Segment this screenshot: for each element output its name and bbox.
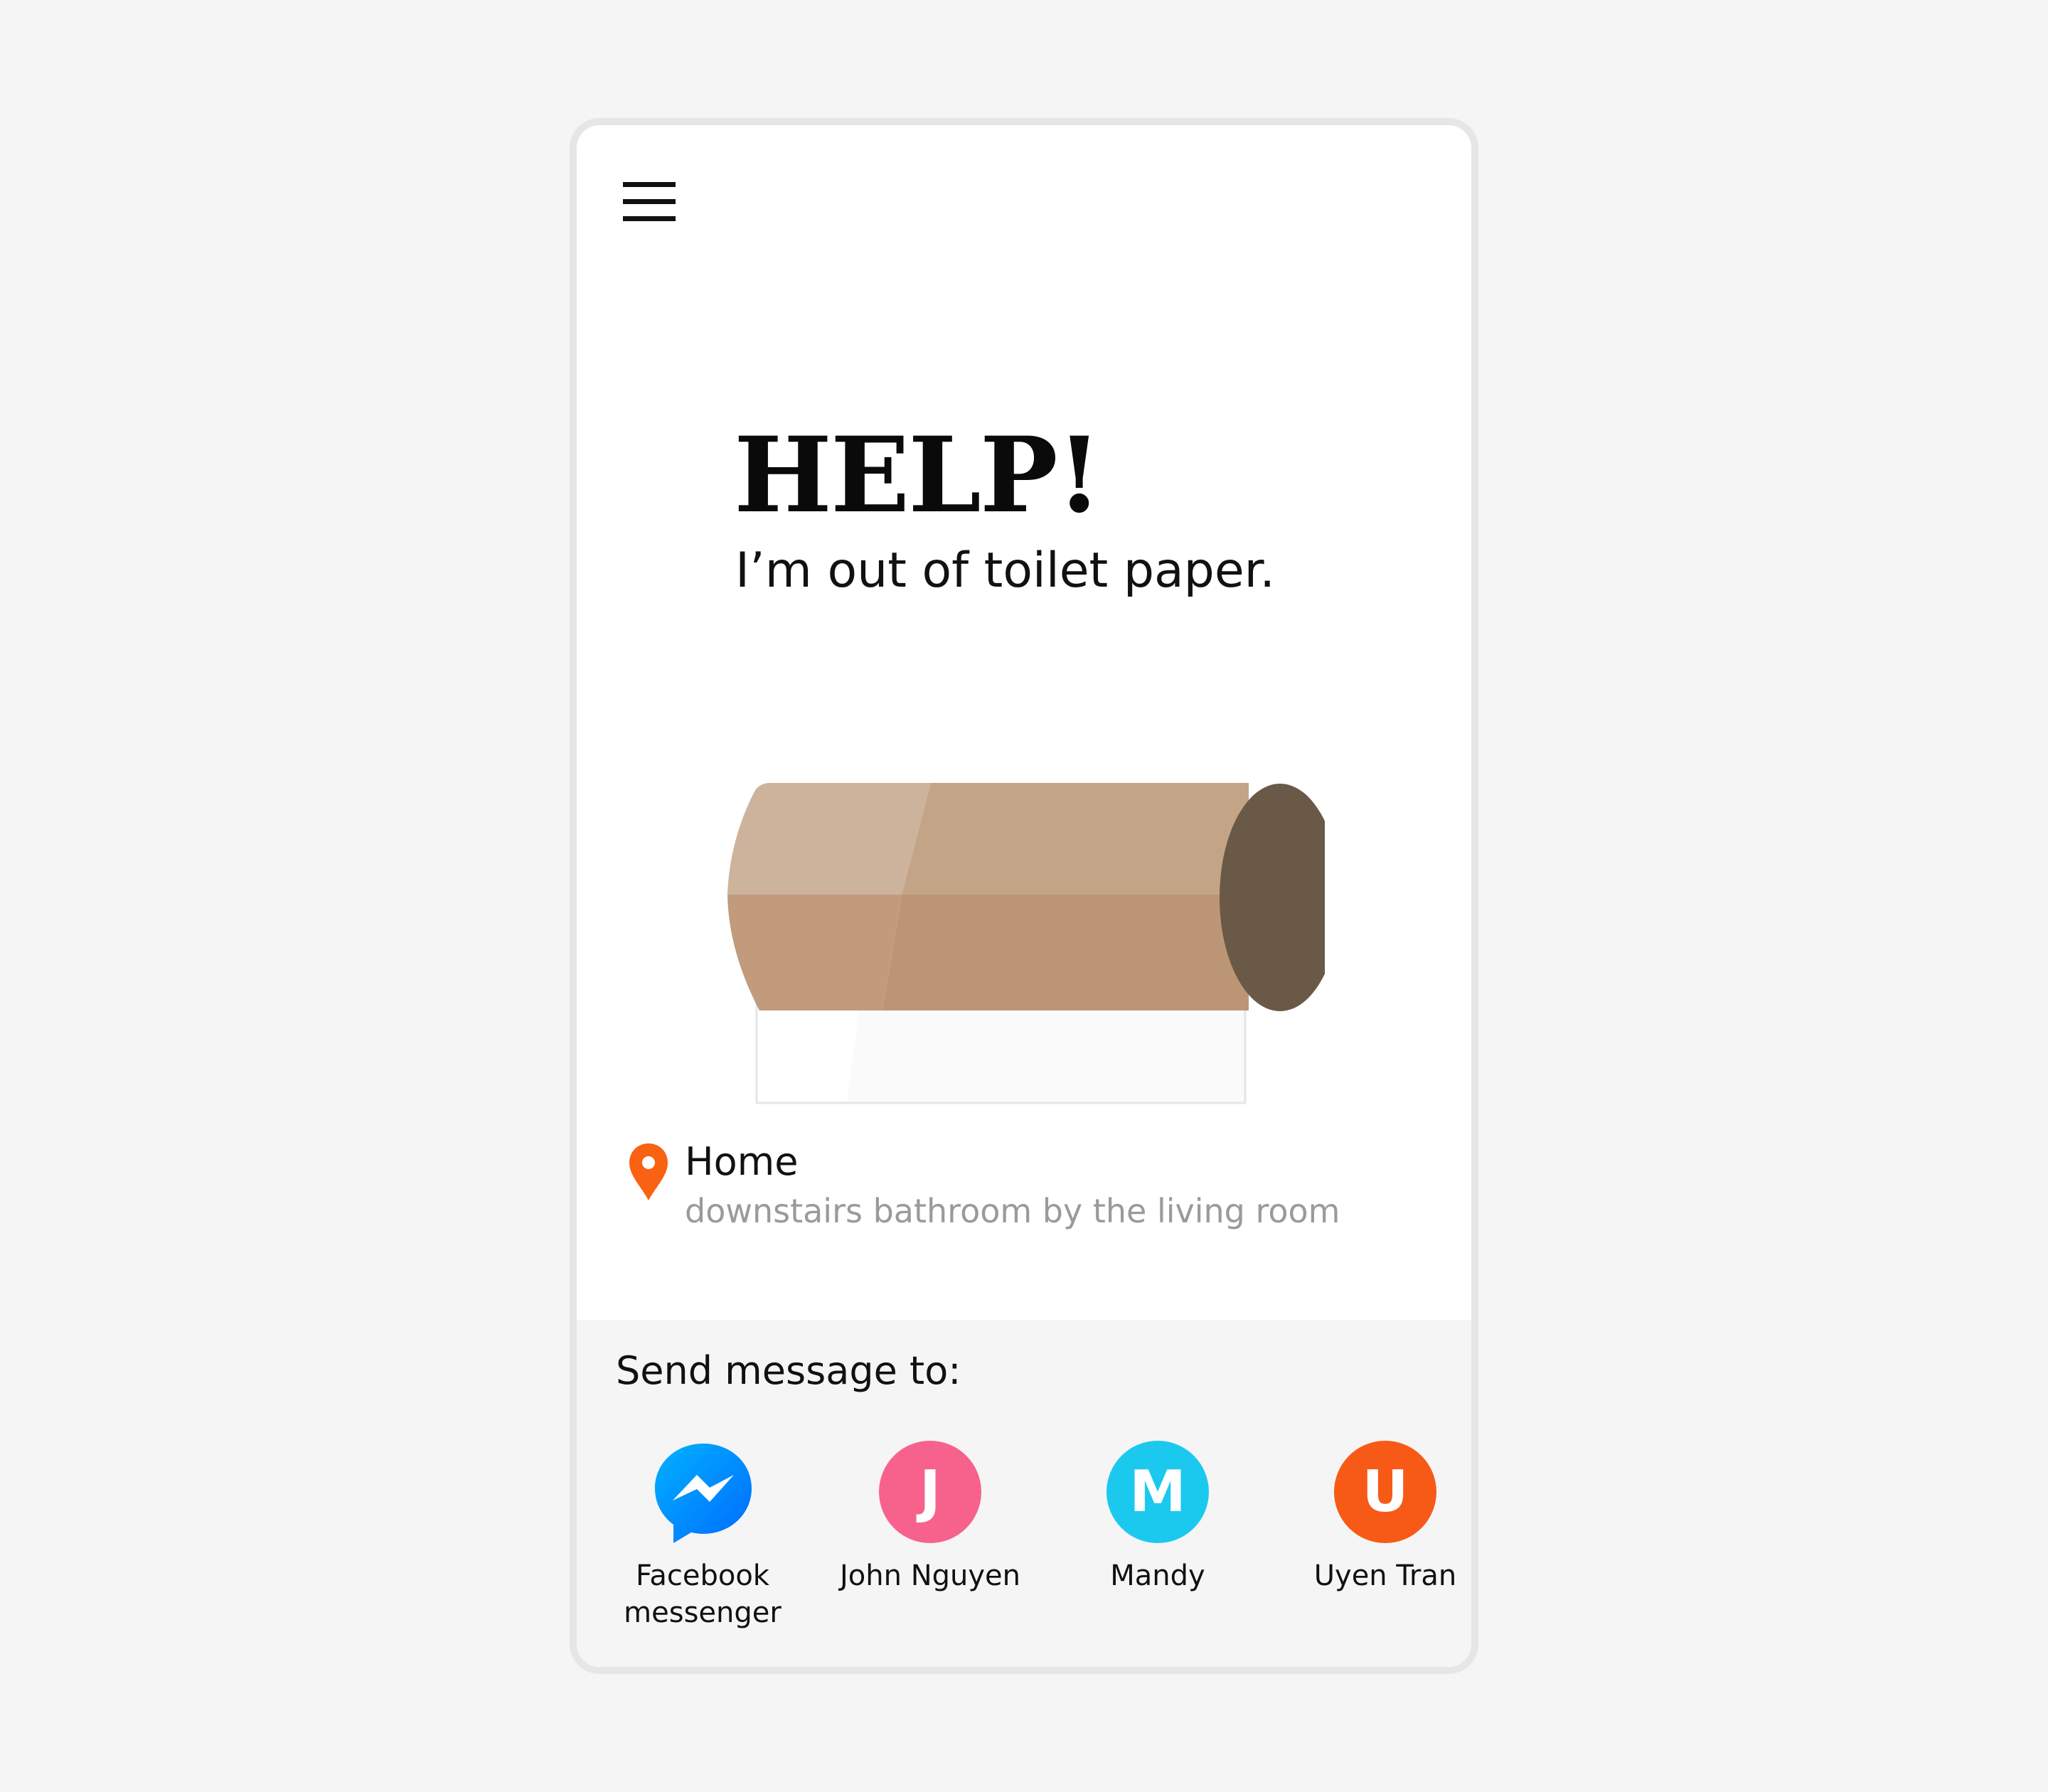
contact-uyen-tran[interactable]: U Uyen Tran [1271,1441,1471,1654]
phone-frame: HELP! I’m out of toilet paper. Home down… [570,118,1478,1674]
avatar-john-nguyen: J [879,1441,981,1543]
contact-facebook-messenger[interactable]: Facebook messenger [589,1441,816,1654]
location-block: Home downstairs bathroom by the living r… [628,1139,1410,1249]
contact-label-facebook-messenger: Facebook messenger [624,1559,782,1629]
paper-sheet-shade [847,1004,1244,1102]
empty-toilet-paper-roll-illustration [727,783,1325,1104]
hamburger-menu-icon[interactable] [623,182,676,222]
map-pin-icon [629,1143,668,1200]
contact-label-uyen-tran: Uyen Tran [1313,1559,1457,1592]
roll-top-light [727,783,931,895]
contact-mandy[interactable]: M Mandy [1044,1441,1271,1654]
location-detail: downstairs bathroom by the living room [685,1192,1340,1230]
page-subtitle: I’m out of toilet paper. [735,543,1275,599]
avatar-mandy: M [1106,1441,1209,1543]
roll-bottom-light [727,895,902,1010]
location-name: Home [685,1139,799,1184]
page-title: HELP! [734,415,1102,536]
send-message-panel: Send message to: Facebook messenger J Jo… [577,1320,1471,1667]
contact-label-john-nguyen: John Nguyen [840,1559,1020,1592]
roll-top [902,783,1249,895]
send-message-label: Send message to: [616,1348,961,1393]
contact-label-mandy: Mandy [1110,1559,1205,1592]
pin-shape [629,1143,668,1200]
facebook-messenger-icon [655,1444,752,1543]
contact-john-nguyen[interactable]: J John Nguyen [816,1441,1044,1654]
roll-bottom [882,895,1249,1010]
avatar-uyen-tran: U [1334,1441,1436,1543]
